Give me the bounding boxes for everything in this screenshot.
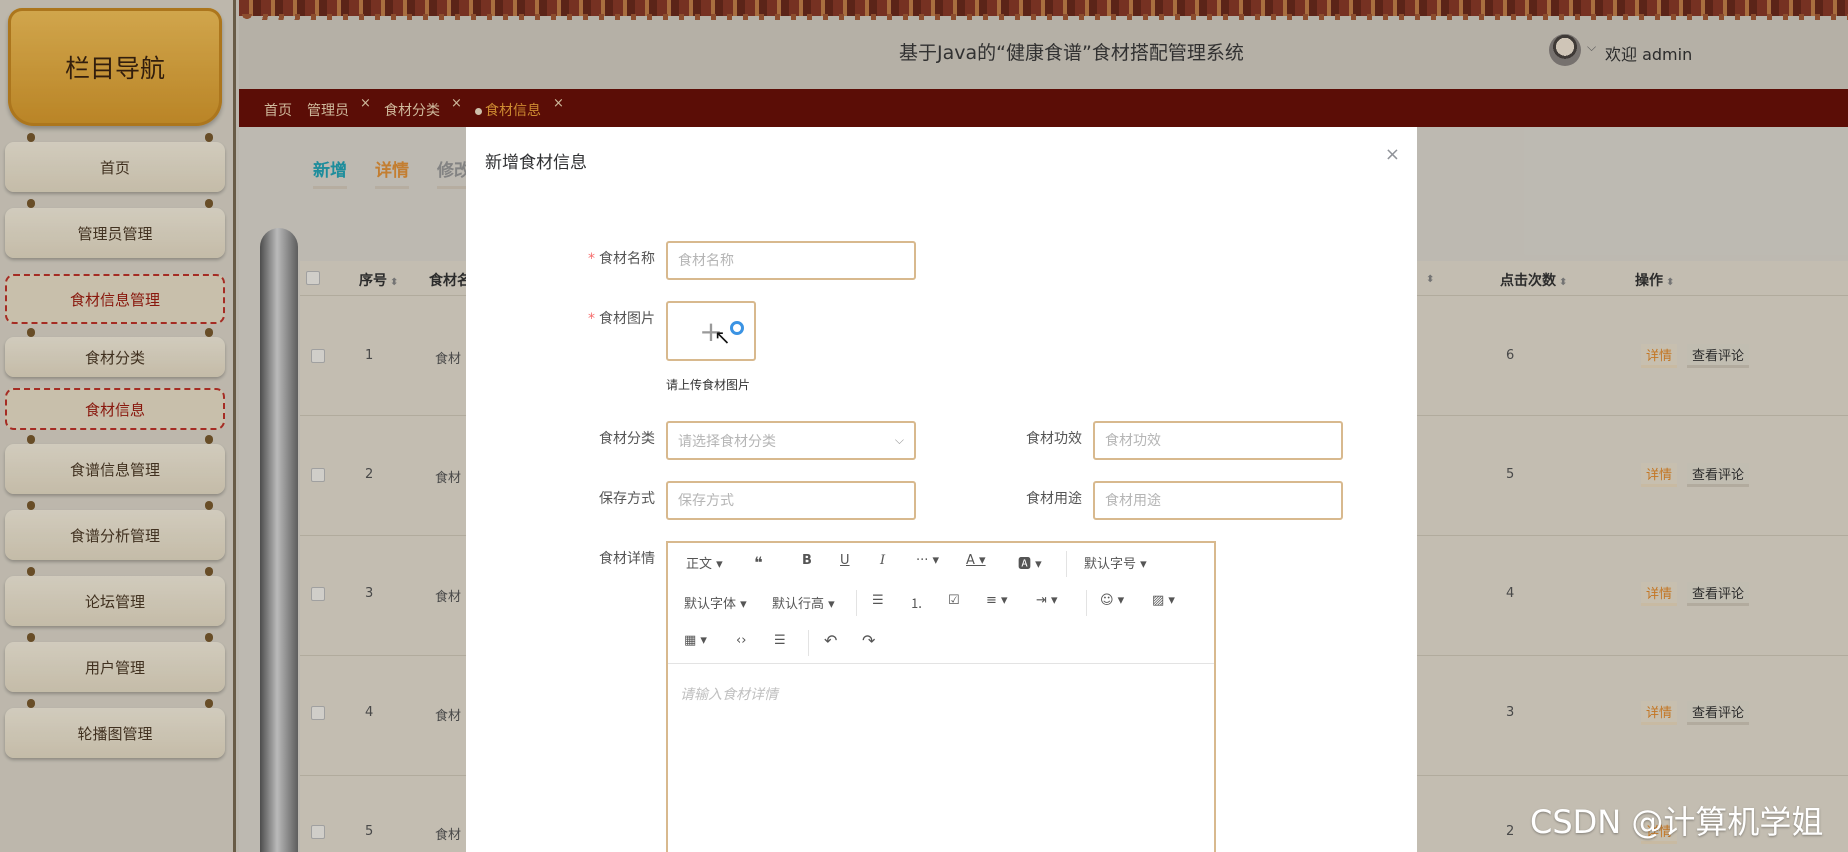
- editor-toolbar: 正文 ▾ ❝ B U I ··· ▾ A ▾ 🅰 ▾ 默认字号 ▾ 默认字体 ▾…: [668, 543, 1214, 664]
- underline-icon[interactable]: U: [840, 553, 850, 568]
- ingredient-usage-input[interactable]: [1105, 492, 1331, 509]
- dialog-title: 新增食材信息: [485, 153, 587, 173]
- image-label: * 食材图片: [545, 308, 655, 328]
- detail-label: 食材详情: [599, 551, 655, 567]
- add-ingredient-dialog: 新增食材信息 × *食材名称 *食材图片 + ↖ 请上传食材图片 食材分类 请选…: [466, 127, 1417, 852]
- indent-icon[interactable]: ⇥ ▾: [1036, 593, 1058, 608]
- storage-method-input[interactable]: [678, 492, 904, 509]
- storage-method-field[interactable]: [666, 481, 916, 520]
- ingredient-name-field[interactable]: [666, 241, 916, 280]
- bullet-list-icon[interactable]: ☰: [872, 593, 884, 608]
- toolbar-divider: [1066, 551, 1067, 577]
- required-mark: *: [588, 251, 595, 267]
- required-mark: *: [588, 311, 595, 327]
- mouse-cursor-icon: ↖: [714, 325, 731, 349]
- field-label: 食材图片: [599, 311, 655, 327]
- toolbar-divider: [856, 590, 857, 616]
- usage-label: 食材用途: [1026, 491, 1082, 507]
- upload-hint: 请上传食材图片: [666, 378, 751, 392]
- ingredient-category-select[interactable]: 请选择食材分类 ⌵: [666, 421, 916, 460]
- italic-icon[interactable]: I: [880, 553, 885, 568]
- category-label: 食材分类: [599, 431, 655, 447]
- undo-icon[interactable]: ↶: [824, 631, 837, 650]
- toolbar-divider: [808, 630, 809, 656]
- redo-icon[interactable]: ↷: [862, 631, 875, 650]
- field-label: 食材名称: [599, 251, 655, 267]
- chevron-down-icon: ⌵: [894, 433, 904, 447]
- ingredient-effect-field[interactable]: [1093, 421, 1343, 460]
- toolbar-divider: [1086, 590, 1087, 616]
- code-icon[interactable]: ‹›: [736, 633, 746, 648]
- ingredient-name-input[interactable]: [678, 252, 904, 269]
- divider-line-icon[interactable]: ☰: [774, 633, 786, 648]
- font-size-dropdown[interactable]: 默认字号 ▾: [1084, 553, 1147, 572]
- watermark: CSDN @计算机学姐: [1530, 803, 1824, 841]
- ingredient-usage-field[interactable]: [1093, 481, 1343, 520]
- quote-icon[interactable]: ❝: [754, 553, 763, 572]
- effect-label: 食材功效: [1026, 431, 1082, 447]
- name-label: * 食材名称: [545, 248, 655, 268]
- table-icon[interactable]: ▦ ▾: [684, 633, 707, 648]
- rich-text-editor: 正文 ▾ ❝ B U I ··· ▾ A ▾ 🅰 ▾ 默认字号 ▾ 默认字体 ▾…: [666, 541, 1216, 852]
- paragraph-dropdown[interactable]: 正文 ▾: [686, 553, 723, 572]
- emoji-icon[interactable]: ☺ ▾: [1100, 593, 1124, 608]
- loading-spinner-icon: [730, 321, 744, 335]
- close-icon[interactable]: ×: [1385, 144, 1400, 165]
- image-icon[interactable]: ▨ ▾: [1152, 593, 1175, 608]
- line-height-dropdown[interactable]: 默认行高 ▾: [772, 593, 835, 612]
- todo-icon[interactable]: ☑: [948, 593, 960, 608]
- image-upload[interactable]: + ↖: [666, 301, 756, 361]
- font-color-icon[interactable]: A ▾: [966, 553, 986, 568]
- storage-label: 保存方式: [599, 491, 655, 507]
- font-family-dropdown[interactable]: 默认字体 ▾: [684, 593, 747, 612]
- align-icon[interactable]: ≡ ▾: [986, 593, 1008, 608]
- background-color-icon[interactable]: 🅰 ▾: [1018, 553, 1042, 572]
- ingredient-effect-input[interactable]: [1105, 432, 1331, 449]
- bold-icon[interactable]: B: [802, 553, 812, 568]
- select-placeholder: 请选择食材分类: [678, 433, 776, 450]
- numbered-list-icon[interactable]: ⒈: [910, 593, 923, 612]
- editor-content-area[interactable]: 请输入食材详情: [680, 684, 778, 704]
- more-icon[interactable]: ··· ▾: [916, 553, 939, 568]
